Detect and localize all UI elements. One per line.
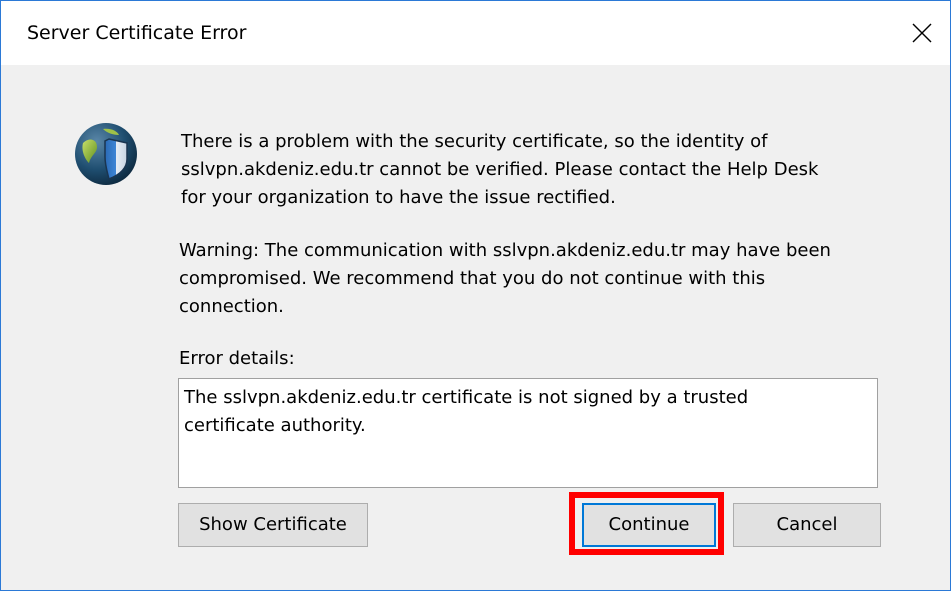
show-certificate-button[interactable]: Show Certificate xyxy=(178,503,368,547)
certificate-error-dialog: Server Certificate Error There is a prob… xyxy=(0,0,951,591)
intro-line: for your organization to have the issue … xyxy=(181,187,616,208)
close-button[interactable] xyxy=(890,1,950,65)
warning-line: Warning: The communication with sslvpn.a… xyxy=(179,240,831,261)
continue-button[interactable]: Continue xyxy=(582,503,716,547)
details-line: certificate authority. xyxy=(184,415,366,436)
shield-globe-icon xyxy=(73,121,139,187)
intro-line: sslvpn.akdeniz.edu.tr cannot be verified… xyxy=(181,159,819,180)
cancel-button[interactable]: Cancel xyxy=(733,503,881,547)
warning-line: compromised. We recommend that you do no… xyxy=(179,268,766,289)
warning-message: Warning: The communication with sslvpn.a… xyxy=(179,237,831,321)
close-icon xyxy=(912,23,932,43)
dialog-title: Server Certificate Error xyxy=(27,22,247,44)
details-line: The sslvpn.akdeniz.edu.tr certificate is… xyxy=(184,387,749,408)
title-bar: Server Certificate Error xyxy=(1,1,950,65)
intro-line: There is a problem with the security cer… xyxy=(181,131,768,152)
warning-line: connection. xyxy=(179,296,284,317)
error-details-label: Error details: xyxy=(179,348,295,369)
error-details-textbox[interactable]: The sslvpn.akdeniz.edu.tr certificate is… xyxy=(178,378,878,488)
intro-message: There is a problem with the security cer… xyxy=(181,128,818,212)
